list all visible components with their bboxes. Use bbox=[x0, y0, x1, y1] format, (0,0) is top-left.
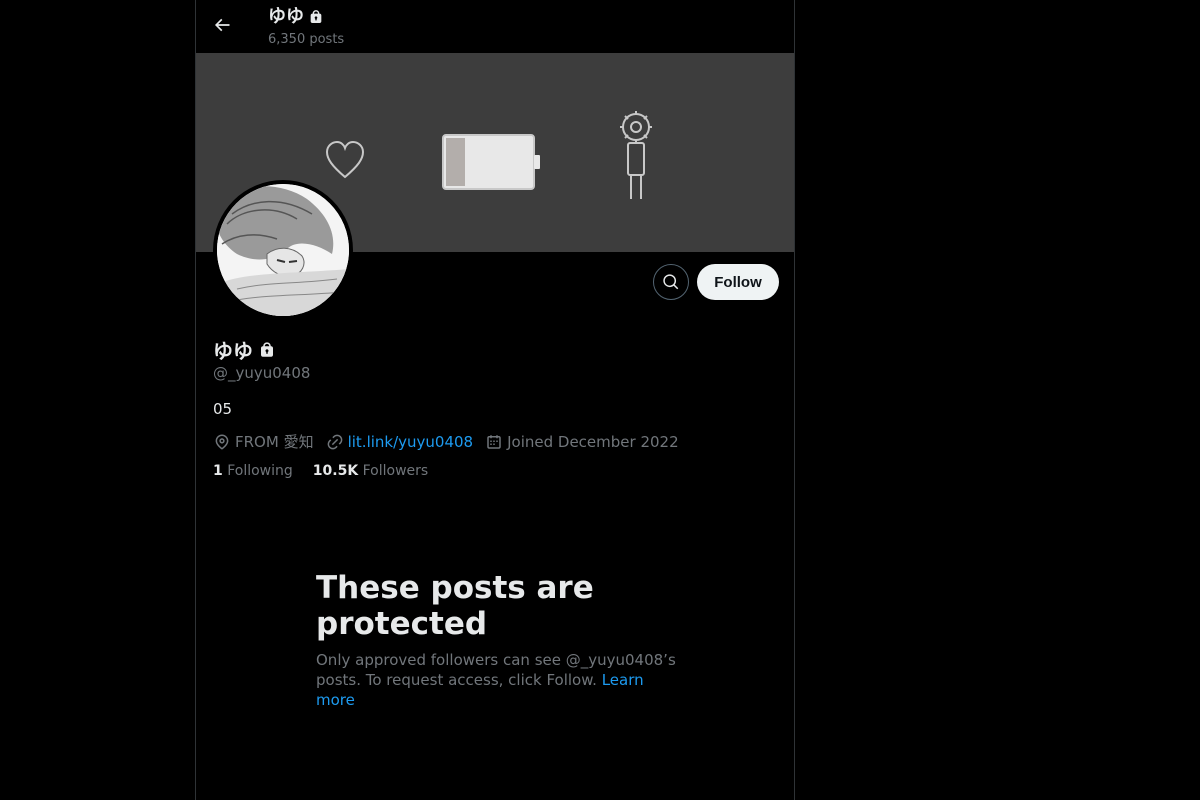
followers-label: Followers bbox=[362, 463, 429, 479]
profile-bio: 05 bbox=[213, 400, 233, 418]
top-bar: ゆゆ 6,350 posts bbox=[196, 0, 794, 53]
avatar[interactable] bbox=[213, 180, 353, 320]
banner-gear-figure-icon bbox=[620, 111, 652, 199]
lock-icon bbox=[261, 341, 273, 357]
banner-heart-icon bbox=[325, 140, 365, 179]
display-name: ゆゆ bbox=[213, 339, 253, 363]
follow-button[interactable]: Follow bbox=[697, 264, 779, 300]
lock-icon bbox=[310, 10, 322, 23]
location-text: FROM 愛知 bbox=[235, 433, 314, 451]
following-label: Following bbox=[227, 463, 293, 479]
protected-body: Only approved followers can see @_yuyu04… bbox=[316, 650, 676, 710]
arrow-left-icon bbox=[214, 18, 230, 32]
joined-item: Joined December 2022 bbox=[485, 433, 679, 451]
header-post-count: 6,350 posts bbox=[268, 32, 345, 47]
header-name-row: ゆゆ bbox=[268, 6, 324, 28]
calendar-icon bbox=[487, 434, 501, 449]
protected-notice: These posts are protected Only approved … bbox=[316, 570, 676, 710]
protected-title: These posts are protected bbox=[316, 570, 594, 642]
profile-column: ゆゆ 6,350 posts Follow ゆゆ @_yuyu0408 05 F… bbox=[195, 0, 795, 800]
header-name: ゆゆ bbox=[268, 6, 304, 27]
followers-count[interactable]: 10.5K Followers bbox=[313, 463, 428, 479]
location-pin-icon bbox=[215, 434, 229, 450]
website-link[interactable]: lit.link/yuyu0408 bbox=[348, 433, 474, 451]
search-profile-button[interactable] bbox=[653, 264, 689, 300]
joined-text: Joined December 2022 bbox=[507, 432, 679, 451]
following-number: 1 bbox=[213, 463, 223, 479]
avatar-image bbox=[217, 184, 349, 316]
followers-number: 10.5K bbox=[312, 463, 359, 479]
follow-counts: 1 Following 10.5K Followers bbox=[213, 463, 448, 479]
profile-name-row: ゆゆ bbox=[213, 335, 276, 364]
website-item[interactable]: lit.link/yuyu0408 bbox=[326, 433, 474, 451]
profile-handle: @_yuyu0408 bbox=[213, 364, 311, 382]
link-icon bbox=[327, 434, 342, 449]
back-button[interactable] bbox=[204, 7, 240, 43]
following-count[interactable]: 1 Following bbox=[213, 463, 293, 479]
location-item: FROM 愛知 bbox=[213, 431, 314, 452]
search-icon bbox=[663, 274, 679, 290]
profile-meta: FROM 愛知 lit.link/yuyu0408 Joined Decembe… bbox=[213, 431, 691, 452]
